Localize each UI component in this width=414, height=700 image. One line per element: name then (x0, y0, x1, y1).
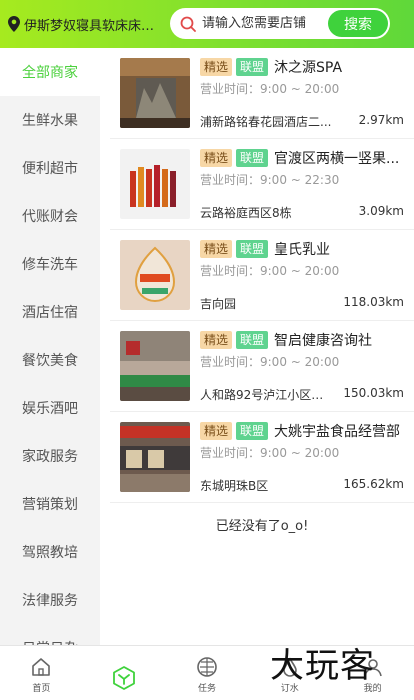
category-item-all[interactable]: 全部商家 (0, 48, 100, 96)
alliance-tag: 联盟 (236, 149, 269, 167)
shop-distance: 118.03km (343, 295, 404, 309)
shop-distance: 150.03km (343, 386, 404, 400)
featured-tag: 精选 (200, 240, 233, 258)
featured-tag: 精选 (200, 422, 233, 440)
shop-card[interactable]: 精选 联盟 皇氏乳业 营业时间：9:00 ~ 20:00 吉向园 118.03k… (110, 230, 414, 321)
alliance-tag: 联盟 (236, 240, 269, 258)
tab-label: 首页 (32, 684, 51, 694)
shop-distance: 3.09km (358, 204, 404, 218)
cube-icon (113, 666, 136, 690)
category-item-convenience-store[interactable]: 便利超市 (0, 144, 100, 192)
location-pin-icon (8, 16, 20, 32)
shop-name: 沐之源SPA (274, 60, 343, 76)
category-item-accounting[interactable]: 代账财会 (0, 192, 100, 240)
shop-name: 大姚宇盐食品经营部 (274, 424, 401, 440)
shop-hours: 营业时间：9:00 ~ 20:00 (200, 82, 340, 96)
shop-photo (120, 422, 190, 492)
tab-home[interactable]: 首页 (0, 646, 83, 700)
shop-card[interactable]: 精选 联盟 官渡区两横一竖果... 营业时间：9:00 ~ 22:30 云路裕庭… (110, 139, 414, 230)
alliance-tag: 联盟 (236, 422, 269, 440)
featured-tag: 精选 (200, 149, 233, 167)
shop-address: 浦新路铭春花园酒店二... (200, 115, 332, 129)
shop-hours: 营业时间：9:00 ~ 20:00 (200, 446, 340, 460)
category-item-daily-goods[interactable]: 日常日杂 (0, 624, 100, 645)
tab-label: 任务 (197, 684, 216, 694)
category-item-housekeeping[interactable]: 家政服务 (0, 432, 100, 480)
tab-discover[interactable] (83, 646, 166, 700)
location-selector[interactable]: 伊斯梦奴寝具软床床垫... (0, 15, 160, 34)
category-item-car-wash[interactable]: 修车洗车 (0, 240, 100, 288)
category-item-hotel[interactable]: 酒店住宿 (0, 288, 100, 336)
shop-photo (120, 240, 190, 310)
alliance-tag: 联盟 (236, 58, 269, 76)
featured-tag: 精选 (200, 331, 233, 349)
shop-hours: 营业时间：9:00 ~ 20:00 (200, 355, 340, 369)
globe-icon (197, 657, 217, 677)
shop-name: 智启健康咨询社 (274, 333, 373, 349)
shop-address: 吉向园 (200, 297, 237, 311)
alliance-tag: 联盟 (236, 331, 269, 349)
search-box: 搜索 (170, 8, 390, 39)
category-item-legal[interactable]: 法律服务 (0, 576, 100, 624)
shop-photo (120, 58, 190, 128)
category-item-food[interactable]: 餐饮美食 (0, 336, 100, 384)
location-text: 伊斯梦奴寝具软床床垫... (24, 18, 160, 34)
tab-tasks[interactable]: 任务 (166, 646, 249, 700)
shop-list: 精选 联盟 沐之源SPA 营业时间：9:00 ~ 20:00 浦新路铭春花园酒店… (110, 48, 414, 503)
shop-photo (120, 331, 190, 401)
shop-card[interactable]: 精选 联盟 沐之源SPA 营业时间：9:00 ~ 20:00 浦新路铭春花园酒店… (110, 48, 414, 139)
end-of-list-text: 已经没有了o_o! (215, 519, 309, 534)
shop-hours: 营业时间：9:00 ~ 20:00 (200, 264, 340, 278)
top-bar: 伊斯梦奴寝具软床床垫... 搜索 (0, 0, 414, 48)
category-item-driving-school[interactable]: 驾照教培 (0, 528, 100, 576)
category-item-fresh-fruit[interactable]: 生鲜水果 (0, 96, 100, 144)
category-item-bar[interactable]: 娱乐酒吧 (0, 384, 100, 432)
featured-tag: 精选 (200, 58, 233, 76)
watermark: 大玩客 (270, 646, 375, 686)
shop-name: 皇氏乳业 (274, 242, 331, 258)
search-input[interactable] (202, 16, 332, 31)
search-button[interactable]: 搜索 (328, 10, 388, 37)
shop-distance: 165.62km (343, 477, 404, 491)
search-icon (180, 16, 196, 32)
shop-address: 人和路92号泸江小区一... (200, 388, 332, 402)
shop-card[interactable]: 精选 联盟 大姚宇盐食品经营部 营业时间：9:00 ~ 20:00 东城明珠B区… (110, 412, 414, 503)
home-icon (32, 658, 51, 676)
shop-name: 官渡区两横一竖果... (274, 151, 400, 167)
shop-address: 云路裕庭西区8栋 (200, 206, 292, 220)
category-sidebar: 全部商家 生鲜水果 便利超市 代账财会 修车洗车 酒店住宿 餐饮美食 娱乐酒吧 … (0, 48, 100, 645)
shop-card[interactable]: 精选 联盟 智启健康咨询社 营业时间：9:00 ~ 20:00 人和路92号泸江… (110, 321, 414, 412)
shop-distance: 2.97km (358, 113, 404, 127)
shop-photo (120, 149, 190, 219)
shop-address: 东城明珠B区 (200, 479, 269, 493)
shop-hours: 营业时间：9:00 ~ 22:30 (200, 173, 340, 187)
category-item-marketing[interactable]: 营销策划 (0, 480, 100, 528)
